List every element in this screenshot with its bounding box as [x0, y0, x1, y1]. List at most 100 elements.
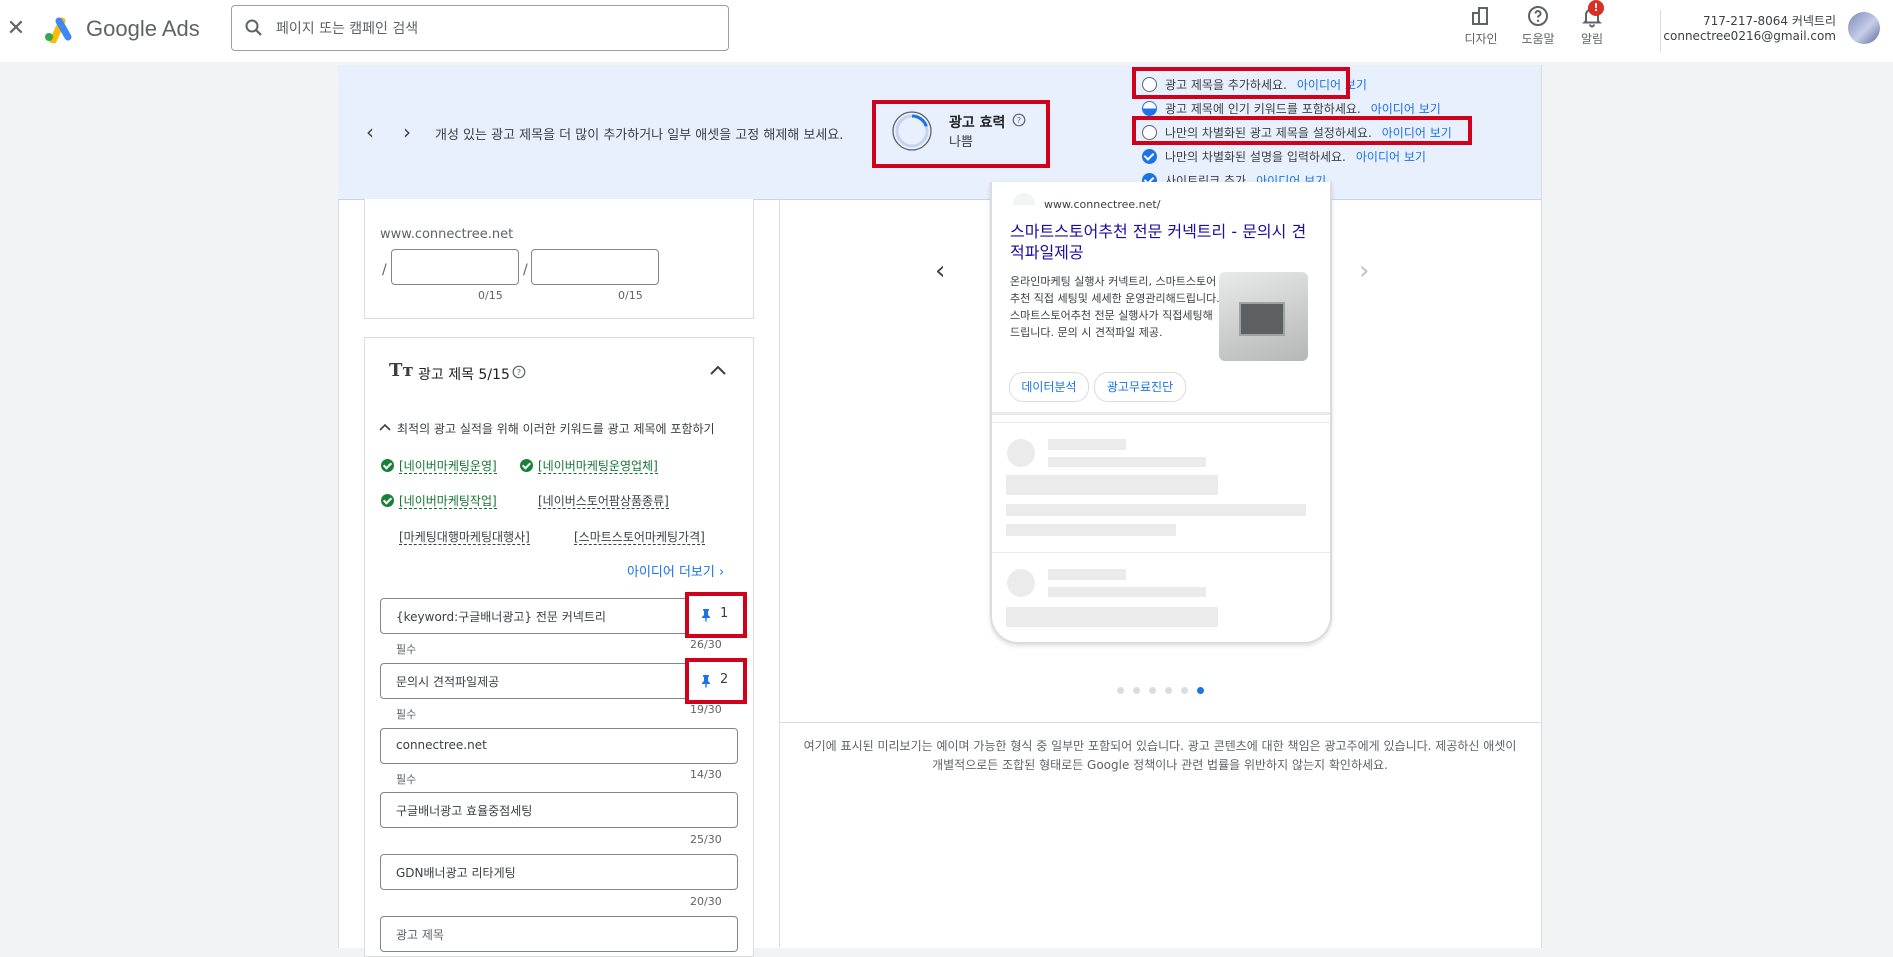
path2-input[interactable] [531, 249, 659, 285]
divider [992, 412, 1330, 415]
nav-help[interactable]: 도움말 [1510, 4, 1566, 54]
carousel-dot[interactable] [1181, 687, 1188, 694]
view-ideas-link[interactable]: 아이디어 보기 [1356, 150, 1426, 164]
help-icon[interactable]: ? [512, 365, 526, 379]
tip-text: 나만의 차별화된 설명을 입력하세요. [1165, 150, 1346, 164]
path1-counter: 0/15 [478, 289, 503, 302]
placeholder-line [1006, 524, 1176, 536]
chevron-up-icon[interactable] [707, 360, 729, 380]
check-circle-icon [1142, 149, 1157, 164]
pin-button[interactable]: 1 [685, 592, 747, 638]
path-separator: / [523, 262, 528, 278]
keyword-chip[interactable]: [네이버마케팅운영] [381, 457, 497, 474]
placeholder-avatar [1007, 569, 1035, 597]
headline-counter: 14/30 [690, 768, 722, 781]
headline-counter: 26/30 [690, 638, 722, 651]
path2-counter: 0/15 [618, 289, 643, 302]
headlines-title: 광고 제목 5/15 [418, 367, 510, 383]
more-ideas-link[interactable]: 아이디어 더보기 › [627, 561, 724, 580]
sitelink-chip[interactable]: 광고무료진단 [1094, 372, 1186, 402]
placeholder-line [1006, 475, 1218, 495]
required-label: 필수 [396, 708, 417, 721]
check-circle-icon [381, 494, 394, 507]
pin-button[interactable]: 2 [685, 658, 747, 704]
headline-input[interactable]: connectree.net [380, 728, 738, 764]
required-label: 필수 [396, 643, 417, 656]
column-divider [779, 199, 780, 947]
carousel-dot[interactable] [1197, 687, 1204, 694]
nav-design[interactable]: 디자인 [1453, 4, 1509, 54]
preview-prev-chevron-icon[interactable]: ‹ [935, 256, 959, 286]
search-icon [245, 19, 262, 36]
text-format-icon: Tт [389, 360, 414, 381]
account-name[interactable]: 717-217-8064 커넥트리 [1650, 12, 1836, 29]
ad-description: 온라인마케팅 실행사 커넥트리, 스마트스토어추천 직접 세팅및 세세한 운영관… [1010, 275, 1220, 339]
headline-input[interactable]: 구글배너광고 효율중점세팅 [380, 792, 738, 828]
ad-headline[interactable]: 스마트스토어추천 전문 커넥트리 - 문의시 견적파일제공 [1010, 221, 1310, 263]
ad-strength-label: 광고 효력 [949, 115, 1006, 131]
carousel-dot[interactable] [1149, 687, 1156, 694]
ad-strength-value: 나쁨 [949, 135, 973, 150]
prev-tip-chevron-icon[interactable]: ‹ [366, 120, 374, 144]
path-separator: / [382, 262, 387, 278]
carousel-dot[interactable] [1165, 687, 1172, 694]
design-icon [1472, 7, 1488, 25]
placeholder-line [1048, 457, 1206, 467]
display-url: www.connectree.net [380, 227, 514, 242]
ad-strength-ring-icon [892, 111, 932, 151]
next-tip-chevron-icon[interactable]: › [403, 120, 411, 144]
svg-text:?: ? [517, 368, 521, 377]
headline-counter: 20/30 [690, 895, 722, 908]
nav-design-label: 디자인 [1464, 32, 1498, 46]
help-icon[interactable]: ? [1012, 113, 1026, 127]
placeholder-line [1048, 569, 1126, 580]
check-circle-icon [381, 459, 394, 472]
tip-popular-keywords: 광고 제목에 인기 키워드를 포함하세요. 아이디어 보기 [1142, 100, 1441, 117]
help-icon [1528, 6, 1548, 26]
chevron-right-icon: › [719, 565, 725, 580]
required-label: 필수 [396, 773, 417, 786]
placeholder-line [1006, 504, 1306, 516]
ad-image-sign [1239, 302, 1285, 336]
ad-image [1219, 272, 1308, 361]
carousel-dot[interactable] [1133, 687, 1140, 694]
chevron-up-icon[interactable] [378, 420, 392, 434]
keyword-chip[interactable]: [스마트스토어마케팅가격] [574, 528, 705, 545]
nav-notifications-label: 알림 [1580, 32, 1604, 46]
preview-divider [779, 722, 1541, 723]
google-ads-logo-icon [45, 17, 72, 43]
keyword-chip[interactable]: [마케팅대행마케팅대행사] [399, 528, 530, 545]
nav-help-label: 도움말 [1521, 32, 1555, 46]
divider [992, 422, 1330, 423]
pin-icon [702, 609, 710, 622]
avatar[interactable] [1848, 12, 1880, 44]
view-ideas-link[interactable]: 아이디어 보기 [1371, 102, 1441, 116]
keyword-hint: 최적의 광고 실적을 위해 이러한 키워드를 광고 제목에 포함하기 [397, 422, 715, 436]
path1-input[interactable] [391, 249, 519, 285]
placeholder-line [1048, 587, 1206, 597]
preview-next-chevron-icon[interactable]: › [1359, 256, 1383, 286]
check-circle-icon [520, 459, 533, 472]
partial-circle-icon [1142, 101, 1157, 116]
tip-highlight-box [1132, 67, 1350, 99]
search-box[interactable] [231, 5, 729, 51]
svg-text:?: ? [1017, 116, 1021, 125]
placeholder-line [1006, 607, 1218, 627]
keyword-chip[interactable]: [네이버스토어팜상품종류] [538, 492, 669, 509]
keyword-chip[interactable]: [네이버마케팅운영업체] [520, 457, 658, 474]
brand-name: Google Ads [86, 16, 200, 41]
tip-text: 광고 제목에 인기 키워드를 포함하세요. [1165, 102, 1361, 116]
search-input[interactable] [274, 16, 718, 42]
preview-disclaimer: 여기에 표시된 미리보기는 예이며 가능한 형식 중 일부만 포함되어 있습니다… [803, 739, 1517, 772]
headline-counter: 25/30 [690, 833, 722, 846]
banner-message: 개성 있는 광고 제목을 더 많이 추가하거나 일부 애셋을 고정 해제해 보세… [435, 128, 844, 143]
close-icon[interactable]: ✕ [4, 14, 28, 44]
notification-badge: ! [1588, 0, 1604, 16]
headline-input[interactable]: GDN배너광고 리타게팅 [380, 854, 738, 890]
placeholder-line [1048, 439, 1126, 450]
account-email[interactable]: connectree0216@gmail.com [1650, 29, 1836, 43]
carousel-dot[interactable] [1117, 687, 1124, 694]
placeholder-avatar [1007, 439, 1035, 467]
keyword-chip[interactable]: [네이버마케팅작업] [381, 492, 497, 509]
sitelink-chip[interactable]: 데이터분석 [1009, 372, 1089, 402]
